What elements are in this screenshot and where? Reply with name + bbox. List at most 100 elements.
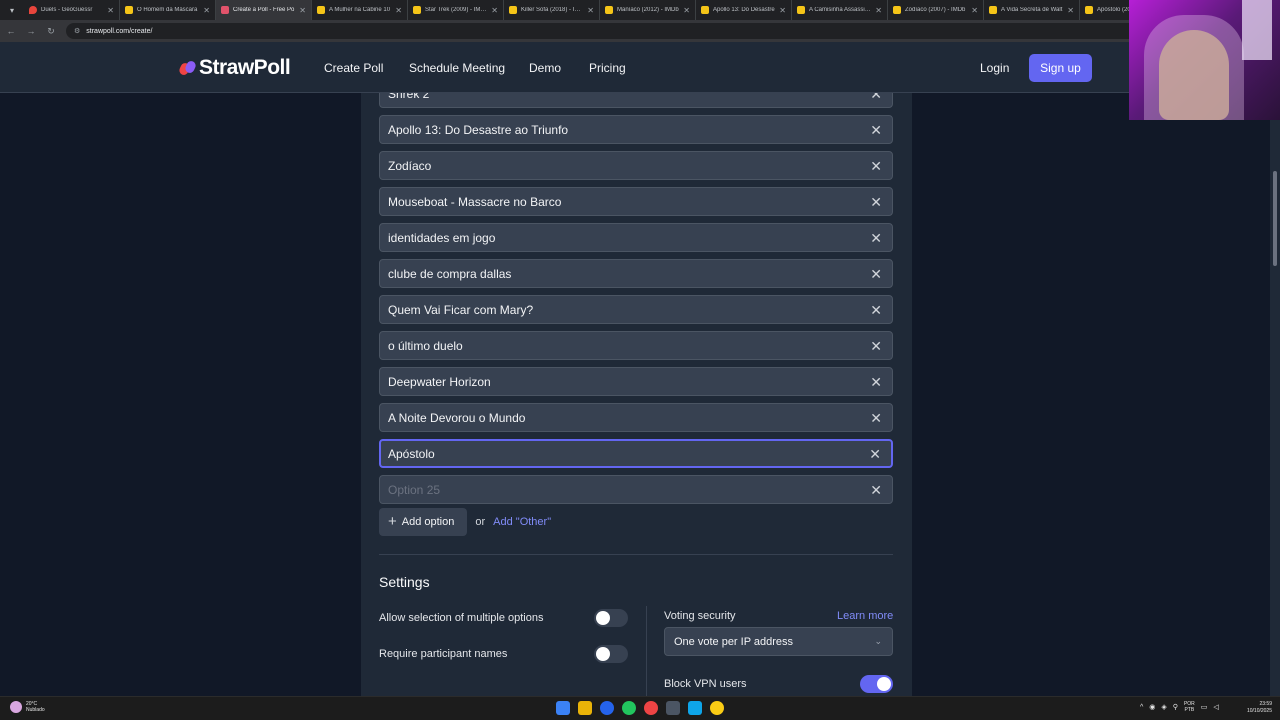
tab-close-icon[interactable]: ✕ — [683, 6, 690, 15]
tab-close-icon[interactable]: ✕ — [779, 6, 786, 15]
page-scrollbar[interactable] — [1270, 93, 1280, 696]
browser-tab[interactable]: Apollo 13: Do Desastre ✕ — [696, 0, 792, 20]
taskbar-clock[interactable]: 23:59 10/10/2025 — [1247, 701, 1272, 715]
tray-chevron-icon[interactable]: ^ — [1140, 704, 1143, 711]
tab-close-icon[interactable]: ✕ — [107, 6, 114, 15]
browser-tab[interactable]: Maníaco (2012) - IMDb ✕ — [600, 0, 696, 20]
poll-option-input[interactable]: identidades em jogo ✕ — [379, 223, 893, 252]
back-icon[interactable]: ← — [6, 26, 16, 36]
remove-option-icon[interactable]: ✕ — [870, 483, 882, 497]
tab-close-icon[interactable]: ✕ — [203, 6, 210, 15]
nav-schedule-meeting[interactable]: Schedule Meeting — [409, 61, 505, 75]
telegram-icon[interactable] — [688, 701, 702, 715]
remove-option-icon[interactable]: ✕ — [870, 339, 882, 353]
clock-date: 10/10/2025 — [1246, 708, 1272, 714]
poll-option-input[interactable]: Apóstolo ✕ — [379, 439, 893, 468]
strawpoll-logo[interactable]: StrawPoll — [177, 56, 291, 80]
display-icon[interactable]: ▭ — [1201, 703, 1208, 711]
poll-form-card: Shrek 2 ✕ Apollo 13: Do Desastre ao Triunf… — [361, 93, 912, 696]
scrollbar-thumb[interactable] — [1273, 171, 1277, 266]
browser-tab[interactable]: Star Trek (2009) - IMDb ✕ — [408, 0, 504, 20]
discord-icon[interactable] — [666, 701, 680, 715]
security-icon[interactable]: ◈ — [1161, 703, 1166, 711]
imdb-icon — [1085, 6, 1093, 14]
volume-icon[interactable]: ◁ — [1213, 703, 1218, 711]
tab-close-icon[interactable]: ✕ — [971, 6, 978, 15]
poll-option-input[interactable]: Shrek 2 ✕ — [379, 93, 893, 108]
voting-security-select[interactable]: One vote per IP address ⌄ — [664, 627, 893, 656]
forward-icon[interactable]: → — [26, 26, 36, 36]
remove-option-icon[interactable]: ✕ — [870, 93, 882, 101]
poll-option-input[interactable]: Zodíaco ✕ — [379, 151, 893, 180]
add-option-label: Add option — [401, 516, 455, 528]
nav-create-poll[interactable]: Create Poll — [324, 61, 383, 75]
signup-button[interactable]: Sign up — [1029, 54, 1092, 82]
chevron-down-icon: ⌄ — [874, 636, 882, 646]
poll-option-input[interactable]: o último duelo ✕ — [379, 331, 893, 360]
edge-icon[interactable] — [600, 701, 614, 715]
remove-option-icon[interactable]: ✕ — [870, 231, 882, 245]
tab-close-icon[interactable]: ✕ — [491, 6, 498, 15]
poll-option-input[interactable]: Quem Vai Ficar com Mary? ✕ — [379, 295, 893, 324]
poll-option-value: clube de compra dallas — [388, 266, 512, 281]
tab-close-icon[interactable]: ✕ — [395, 6, 402, 15]
location-icon[interactable]: ⚲ — [1173, 703, 1178, 711]
browser-tab[interactable]: Duels - GeoGuessr ✕ — [24, 0, 120, 20]
weather-widget[interactable]: 20°C Nublado — [10, 701, 45, 713]
browser-tab[interactable]: O Homem da Máscara ✕ — [120, 0, 216, 20]
learn-more-link[interactable]: Learn more — [837, 610, 893, 622]
tab-close-icon[interactable]: ✕ — [875, 6, 882, 15]
remove-option-icon[interactable]: ✕ — [870, 303, 882, 317]
poll-option-input[interactable]: Mouseboat - Massacre no Barco ✕ — [379, 187, 893, 216]
language-indicator[interactable]: POR PTB — [1184, 701, 1195, 713]
or-text: or — [475, 516, 486, 528]
remove-option-icon[interactable]: ✕ — [870, 375, 882, 389]
tab-close-icon[interactable]: ✕ — [587, 6, 594, 15]
browser-tab[interactable]: A Mulher na Cabine 10 ✕ — [312, 0, 408, 20]
poll-option-value: Quem Vai Ficar com Mary? — [388, 302, 534, 317]
browser-tab[interactable]: Zodíaco (2007) - IMDb ✕ — [888, 0, 984, 20]
tab-label: Create a Poll - Free Po — [233, 7, 295, 13]
poll-option-input[interactable]: Apollo 13: Do Desastre ao Triunfo ✕ — [379, 115, 893, 144]
browser-tab[interactable]: Create a Poll - Free Po ✕ — [216, 0, 312, 20]
block-vpn-toggle[interactable] — [860, 675, 893, 693]
browser-tab[interactable]: A Camisinha Assassina ✕ — [792, 0, 888, 20]
poll-option-placeholder: Option 25 — [388, 482, 441, 497]
remove-option-icon[interactable]: ✕ — [869, 447, 881, 461]
spotify-icon[interactable] — [622, 701, 636, 715]
tab-label: Killer Sofa (2018) - IMDb — [521, 7, 584, 13]
remove-option-icon[interactable]: ✕ — [870, 123, 882, 137]
remove-option-icon[interactable]: ✕ — [870, 195, 882, 209]
keyboard-layout: PTB — [1184, 707, 1195, 713]
poll-option-input[interactable]: A Noite Devorou o Mundo ✕ — [379, 403, 893, 432]
file-explorer-icon[interactable] — [578, 701, 592, 715]
add-option-button[interactable]: + Add option — [379, 508, 468, 536]
settings-column-divider — [646, 606, 647, 696]
browser-tab[interactable]: Killer Sofa (2018) - IMDb ✕ — [504, 0, 600, 20]
url-text: strawpoll.com/create/ — [86, 27, 153, 35]
tab-search-icon[interactable]: ▾ — [0, 0, 24, 20]
multiple-options-toggle[interactable] — [594, 609, 628, 627]
nav-pricing[interactable]: Pricing — [589, 61, 626, 75]
login-link[interactable]: Login — [980, 61, 1009, 75]
poll-option-input[interactable]: clube de compra dallas ✕ — [379, 259, 893, 288]
tab-close-icon[interactable]: ✕ — [299, 6, 306, 15]
add-other-link[interactable]: Add "Other" — [493, 516, 551, 528]
tab-close-icon[interactable]: ✕ — [1067, 6, 1074, 15]
site-info-icon[interactable]: ⚙ — [74, 27, 80, 35]
browser-tab[interactable]: A Vida Secreta de Walt ✕ — [984, 0, 1080, 20]
nav-demo[interactable]: Demo — [529, 61, 561, 75]
remove-option-icon[interactable]: ✕ — [870, 267, 882, 281]
network-icon[interactable]: ◉ — [1149, 703, 1155, 711]
participant-names-toggle[interactable] — [594, 645, 628, 663]
poll-option-input[interactable]: Deepwater Horizon ✕ — [379, 367, 893, 396]
poll-option-input[interactable]: Option 25 ✕ — [379, 475, 893, 504]
remove-option-icon[interactable]: ✕ — [870, 411, 882, 425]
start-icon[interactable] — [556, 701, 570, 715]
reload-icon[interactable]: ↻ — [46, 26, 56, 37]
address-bar[interactable]: ⚙ strawpoll.com/create/ — [66, 23, 1166, 39]
app-icon[interactable] — [644, 701, 658, 715]
remove-option-icon[interactable]: ✕ — [870, 159, 882, 173]
poll-option-value: identidades em jogo — [388, 230, 496, 245]
chrome-icon[interactable] — [710, 701, 724, 715]
